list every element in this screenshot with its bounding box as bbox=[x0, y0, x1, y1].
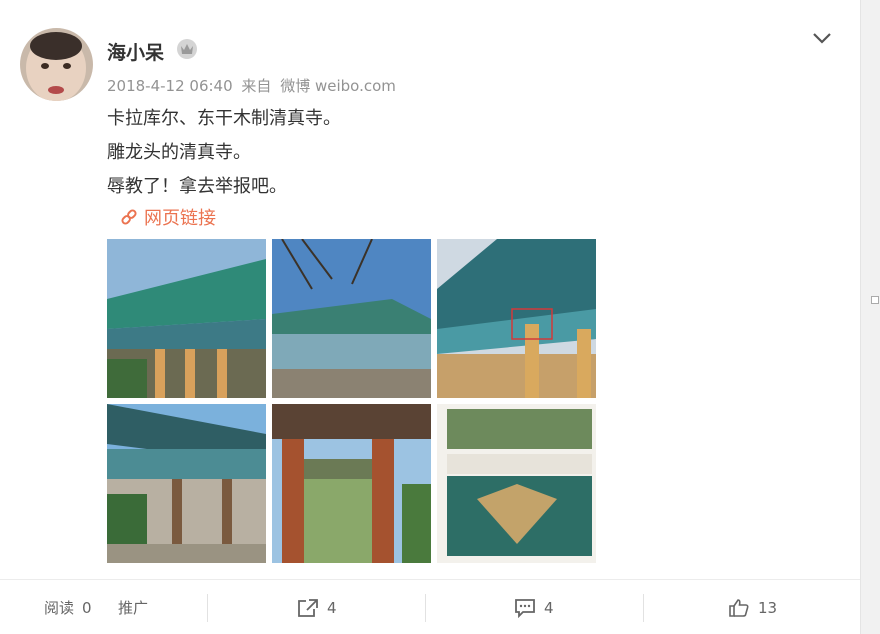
post-image[interactable] bbox=[272, 239, 431, 398]
chevron-down-icon[interactable] bbox=[810, 26, 834, 50]
source-prefix: 来自 bbox=[241, 77, 272, 95]
post-meta: 2018-4-12 06:40 来自 微博 weibo.com bbox=[107, 75, 400, 96]
username[interactable]: 海小呆 bbox=[107, 38, 164, 65]
divider bbox=[643, 594, 644, 622]
comment-button[interactable]: 4 bbox=[514, 580, 554, 634]
read-label: 阅读 bbox=[44, 599, 75, 617]
post-text-line: 卡拉库尔、东干木制清真寺。 bbox=[107, 108, 341, 129]
member-crown-icon[interactable] bbox=[176, 38, 198, 60]
divider bbox=[207, 594, 208, 622]
share-button[interactable]: 4 bbox=[297, 580, 337, 634]
like-count: 13 bbox=[758, 598, 778, 617]
web-link-label: 网页链接 bbox=[144, 208, 216, 229]
action-bar: 阅读 0 推广 4 4 13 bbox=[0, 579, 860, 634]
scrollbar[interactable] bbox=[860, 0, 880, 634]
read-count: 阅读 0 bbox=[44, 580, 92, 634]
avatar[interactable] bbox=[20, 28, 93, 101]
post-image[interactable] bbox=[437, 239, 596, 398]
thumbs-up-icon bbox=[729, 598, 749, 617]
scrollbar-marker bbox=[871, 296, 879, 304]
divider bbox=[425, 594, 426, 622]
promote-label: 推广 bbox=[118, 599, 149, 617]
post-text-line: 辱教了！拿去举报吧。 bbox=[107, 176, 287, 197]
like-button[interactable]: 13 bbox=[728, 580, 777, 634]
comment-count: 4 bbox=[544, 598, 554, 617]
share-count: 4 bbox=[327, 598, 337, 617]
share-icon bbox=[298, 598, 318, 617]
link-icon bbox=[121, 209, 137, 225]
post-text-line: 雕龙头的清真寺。 bbox=[107, 142, 251, 163]
comment-icon bbox=[515, 598, 535, 618]
post-image[interactable] bbox=[437, 404, 596, 563]
post-source[interactable]: 微博 weibo.com bbox=[280, 77, 396, 95]
post-image[interactable] bbox=[272, 404, 431, 563]
post-image[interactable] bbox=[107, 239, 266, 398]
web-link[interactable]: 网页链接 bbox=[120, 204, 216, 230]
post-image[interactable] bbox=[107, 404, 266, 563]
read-count-value: 0 bbox=[82, 598, 92, 617]
post-timestamp[interactable]: 2018-4-12 06:40 bbox=[107, 77, 233, 95]
weibo-post-card: 海小呆 2018-4-12 06:40 来自 微博 weibo.com 卡拉库尔… bbox=[0, 0, 860, 634]
promote-button[interactable]: 推广 bbox=[118, 580, 148, 634]
